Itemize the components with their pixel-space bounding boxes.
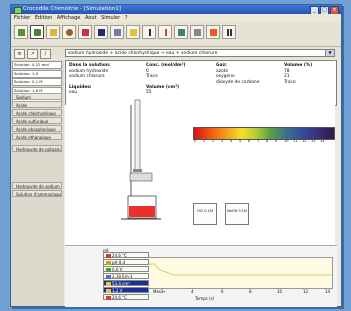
ph-tick: 3 [221,139,224,143]
ph-tick: 5 [239,139,242,143]
bottle-hcl[interactable]: HCl 0.1M [193,203,217,225]
application-window: Crocodile Chimistrie - [Simulation1] _ □ ×… [10,4,342,307]
x-tick: 10 [277,289,283,294]
x-tick: 4 [191,289,194,294]
sensor-voltage-2[interactable]: 1,2 V [103,287,149,293]
burette-tap[interactable] [133,169,142,172]
sensor-voltage[interactable]: 0,0 V [103,266,149,272]
ph-probe-holder[interactable] [129,172,153,182]
bottle-label: NaOH 0.1M [227,209,247,213]
ph-tick: 6 [248,139,251,143]
x-tick: 8 [249,289,252,294]
ph-tick: 11 [293,139,298,143]
sensor-temperature-2[interactable]: 24,6 °C [103,294,149,300]
burette[interactable] [134,99,141,171]
ph-tick: 10 [284,139,289,143]
ph-tick: 0 [194,139,197,143]
graph-xlabel: Temps (s) [195,296,215,301]
ph-tick: 13 [311,139,316,143]
bottle-label: HCl 0.1M [197,209,213,213]
sensor-ph[interactable]: pH 8,4 [103,259,149,265]
ph-tick: 9 [275,139,278,143]
x-tick: 2 [161,289,164,294]
ph-tick: 12 [302,139,307,143]
ph-tick: 2 [212,139,215,143]
ph-tick: 8 [266,139,269,143]
beaker-solution [129,206,155,217]
sensor-temperature[interactable]: 24,6 °C [103,252,149,258]
x-tick: 6 [221,289,224,294]
x-tick: 14 [325,289,331,294]
sensor-volume[interactable]: 53,4 cm³ [103,280,149,286]
ph-scale-ticks: 0 1 2 3 4 5 6 7 8 9 10 11 12 13 14 [193,139,333,145]
sensor-conductivity[interactable]: 2,18 Em-1 [103,273,149,279]
ph-tick: 4 [230,139,233,143]
ph-tick: 14 [320,139,325,143]
bottle-naoh[interactable]: NaOH 0.1M [225,203,249,225]
ph-tick: 7 [257,139,260,143]
x-tick: 12 [303,289,309,294]
ph-tick: 1 [203,139,206,143]
